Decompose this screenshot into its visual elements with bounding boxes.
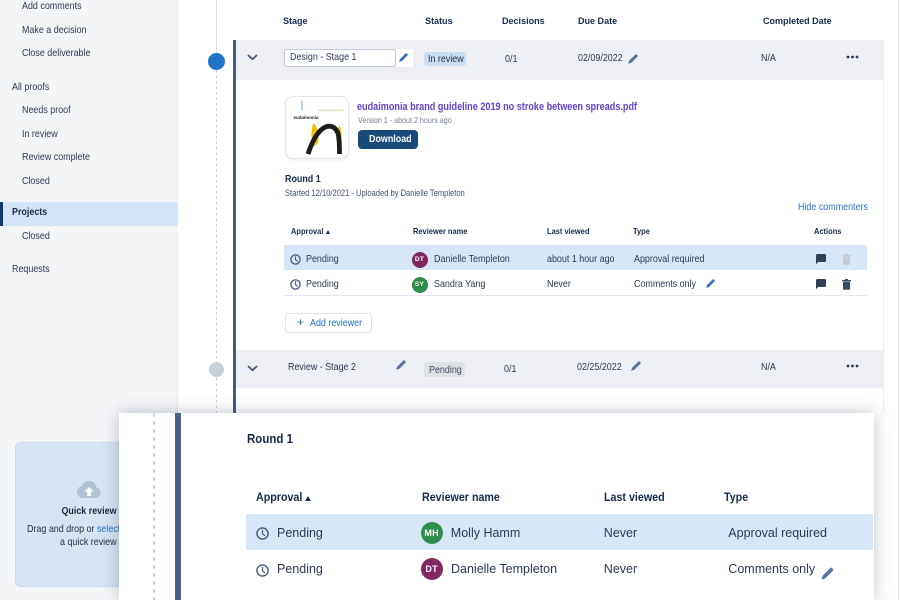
- svg-text:eudaimonia: eudaimonia: [293, 115, 319, 120]
